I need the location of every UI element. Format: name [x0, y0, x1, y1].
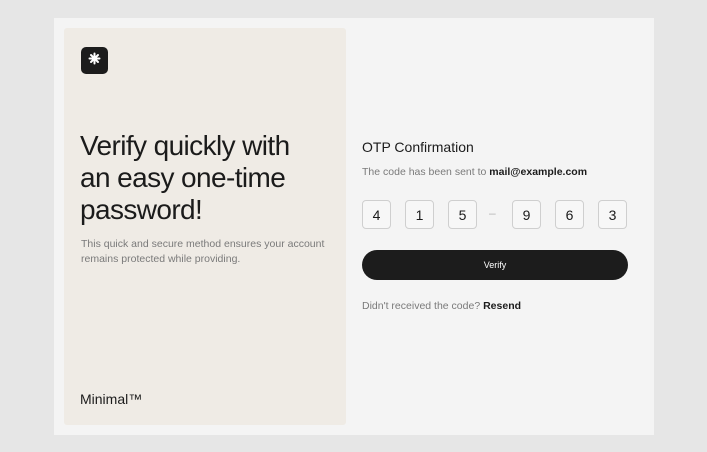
otp-digit-4[interactable]: 9 [512, 200, 541, 229]
resend-line: Didn't received the code? Resend [362, 300, 521, 312]
otp-digit-5[interactable]: 6 [555, 200, 584, 229]
sent-to-text: The code has been sent to mail@example.c… [362, 166, 587, 178]
otp-digit-6[interactable]: 3 [598, 200, 627, 229]
otp-digit-2[interactable]: 1 [405, 200, 434, 229]
sent-prefix: The code has been sent to [362, 166, 487, 178]
hero-description: This quick and secure method ensures you… [81, 238, 325, 265]
otp-digit-1[interactable]: 4 [362, 200, 391, 229]
otp-digit-3[interactable]: 5 [448, 200, 477, 229]
hero-headline: Verify quickly with an easy one-time pas… [80, 130, 290, 225]
verify-button[interactable]: Verify [362, 250, 628, 280]
resend-prompt: Didn't received the code? [362, 300, 481, 312]
brand-name: Minimal™ [80, 391, 143, 407]
hero-panel [64, 28, 346, 425]
email-address: mail@example.com [489, 166, 588, 178]
logo [81, 47, 108, 74]
resend-link[interactable]: Resend [483, 300, 521, 312]
form-title: OTP Confirmation [362, 139, 474, 155]
otp-separator: – [489, 206, 496, 220]
asterisk-icon [88, 52, 101, 70]
